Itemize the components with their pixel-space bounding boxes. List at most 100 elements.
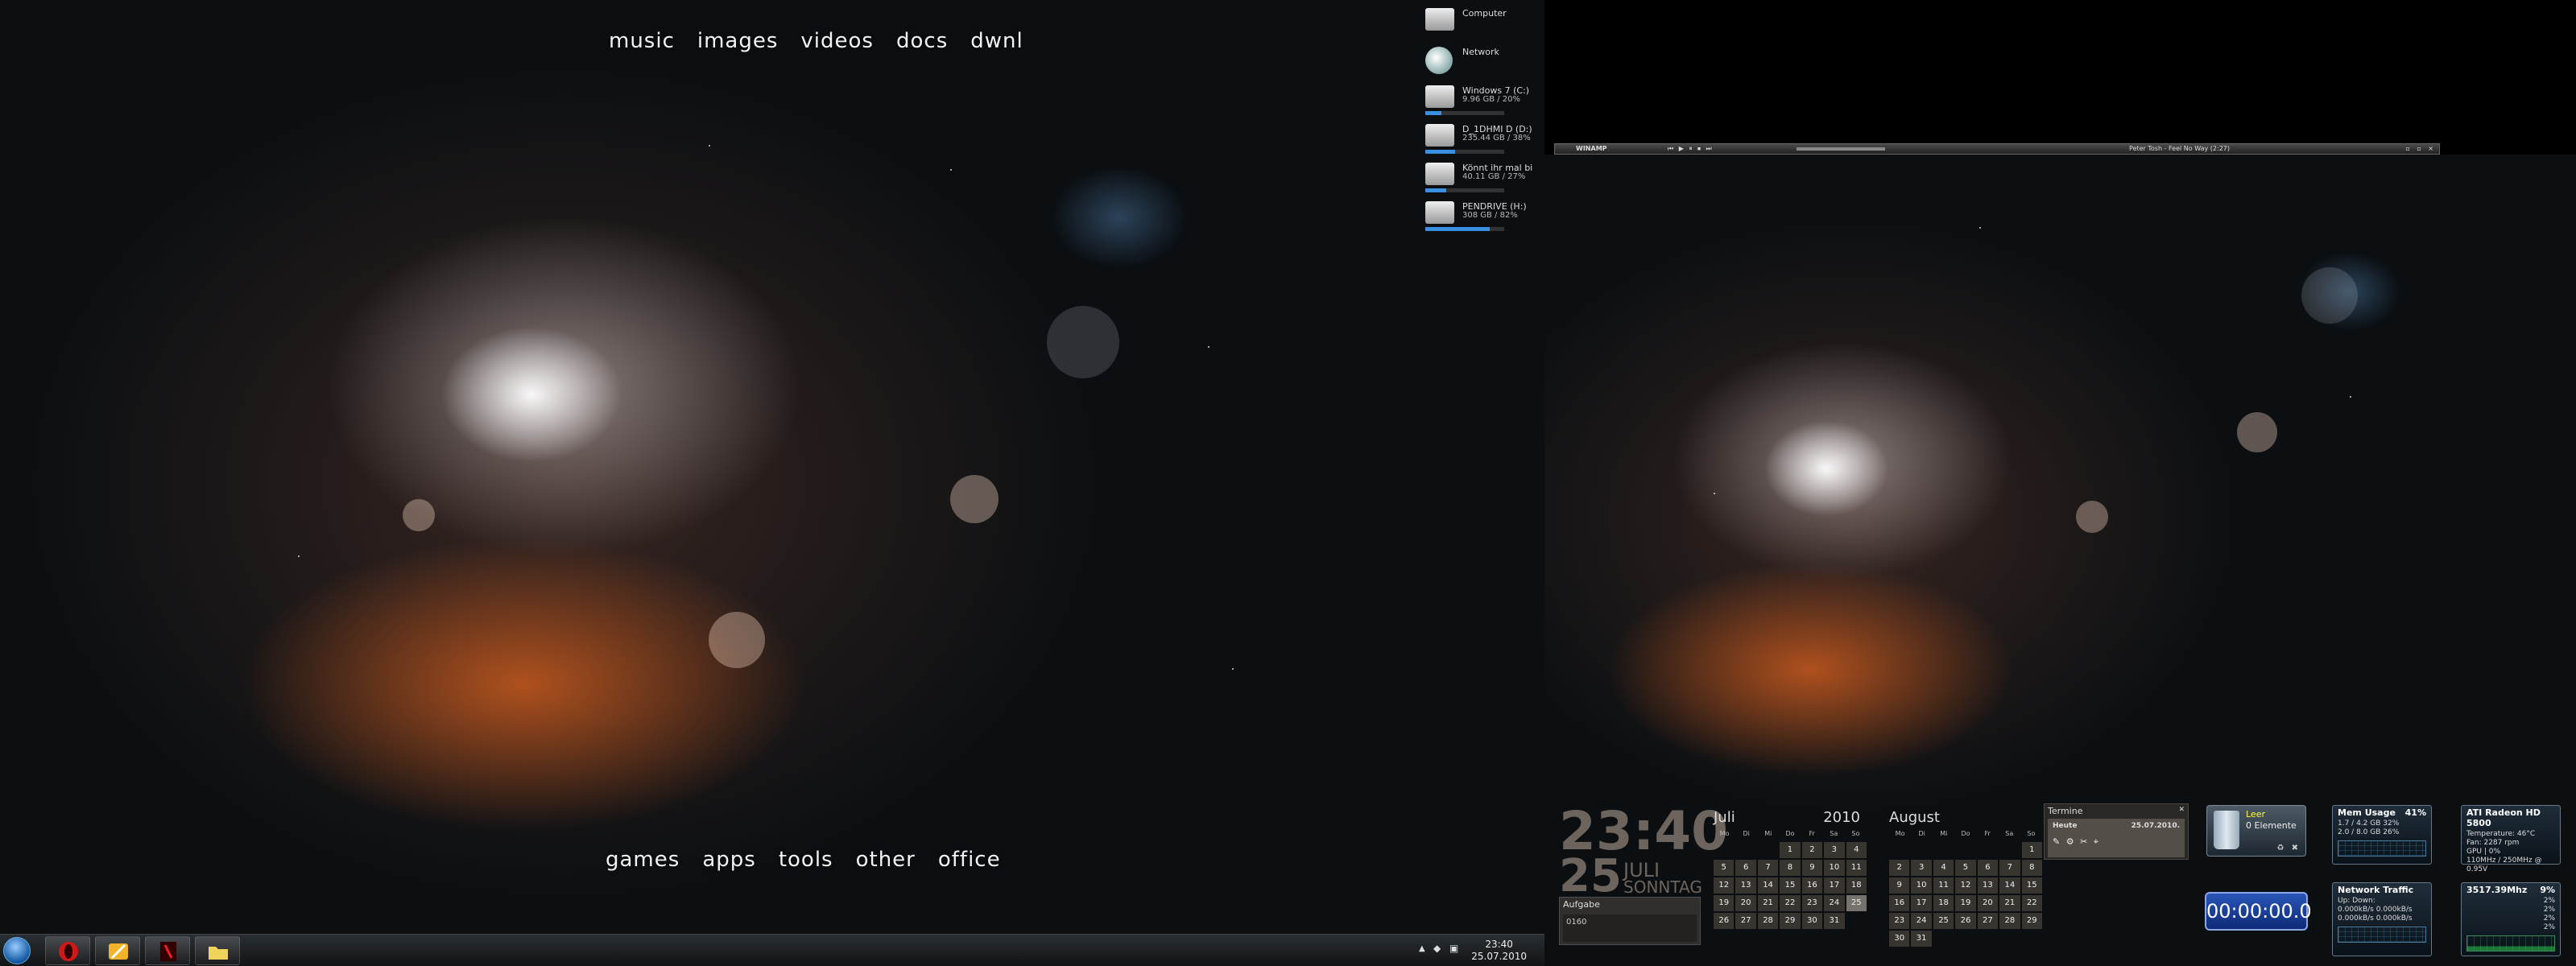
appointment-tool-icons[interactable]: ✎ ⚙ ✂ ⌖ bbox=[2053, 836, 2100, 848]
calendar-day[interactable]: 17 bbox=[1911, 895, 1932, 911]
calendar-day[interactable]: 26 bbox=[1714, 913, 1735, 929]
calendar-day[interactable]: 29 bbox=[1780, 913, 1801, 929]
calendar-day[interactable]: 31 bbox=[1911, 931, 1932, 947]
start-button[interactable] bbox=[3, 937, 31, 964]
calendar-day[interactable]: 5 bbox=[1955, 860, 1976, 876]
calendar-day[interactable]: 18 bbox=[1933, 895, 1954, 911]
volume-icon[interactable]: ▣ bbox=[1449, 943, 1458, 954]
calendar-day[interactable]: 1 bbox=[2021, 842, 2042, 858]
calendar-day[interactable]: 21 bbox=[1999, 895, 2020, 911]
calendar-day[interactable]: 16 bbox=[1801, 877, 1823, 894]
link-docs[interactable]: docs bbox=[896, 29, 948, 53]
calendar-day[interactable]: 20 bbox=[1735, 895, 1756, 911]
drive-e[interactable]: Könnt ihr mal bi 40.11 GB / 27% bbox=[1424, 159, 1544, 198]
calendar-day[interactable]: 15 bbox=[1780, 877, 1801, 894]
drive-d[interactable]: D_1DHMI D (D:) 235.44 GB / 38% bbox=[1424, 121, 1544, 159]
winamp-player[interactable]: WINAMP ⏮ ▶ ⏸ ⏹ ⏭ Peter Tosh - Feel No Wa… bbox=[1554, 143, 2440, 155]
calendar-day[interactable]: 28 bbox=[1999, 913, 2020, 929]
calendar-day[interactable]: 27 bbox=[1735, 913, 1756, 929]
drive-c[interactable]: Windows 7 (C:) 9.96 GB / 20% bbox=[1424, 82, 1544, 121]
drive-computer[interactable]: Computer bbox=[1424, 5, 1544, 43]
calendar-day[interactable]: 4 bbox=[1846, 842, 1867, 858]
todo-entry[interactable]: 0160 bbox=[1563, 914, 1697, 942]
show-hidden-icons-icon[interactable]: ▲ bbox=[1419, 944, 1425, 953]
calendar-day[interactable]: 2 bbox=[1889, 860, 1910, 876]
appointments-box[interactable]: Heute 25.07.2010. ✎ ⚙ ✂ ⌖ bbox=[2048, 819, 2185, 857]
link-apps[interactable]: apps bbox=[702, 848, 756, 872]
recycle-bin-action-icons[interactable]: ♻ ✖ bbox=[2276, 844, 2301, 852]
calendar-day[interactable]: 19 bbox=[1955, 895, 1976, 911]
calendar-day[interactable]: 5 bbox=[1714, 860, 1735, 876]
link-music[interactable]: music bbox=[609, 29, 675, 53]
calendar-day[interactable]: 15 bbox=[2021, 877, 2042, 894]
calendar-day[interactable]: 21 bbox=[1757, 895, 1779, 911]
calendar-day[interactable]: 22 bbox=[2021, 895, 2042, 911]
calendar-day[interactable]: 6 bbox=[1977, 860, 1999, 876]
calendar-day[interactable]: 28 bbox=[1757, 913, 1779, 929]
calendar-day[interactable]: 8 bbox=[2021, 860, 2042, 876]
winamp-controls[interactable]: ⏮ ▶ ⏸ ⏹ ⏭ bbox=[1668, 145, 1714, 153]
taskbar-app[interactable] bbox=[145, 936, 190, 965]
network-tray-icon[interactable]: ◆ bbox=[1433, 943, 1441, 954]
link-office[interactable]: office bbox=[938, 848, 1001, 872]
drive-network[interactable]: Network bbox=[1424, 43, 1544, 82]
calendar-day[interactable]: 7 bbox=[1757, 860, 1779, 876]
link-other[interactable]: other bbox=[856, 848, 916, 872]
winamp-window-buttons[interactable]: ▫ ▫ × bbox=[2405, 145, 2436, 152]
calendar-day[interactable]: 26 bbox=[1955, 913, 1976, 929]
recycle-bin-gadget[interactable]: Leer 0 Elemente ♻ ✖ bbox=[2206, 805, 2306, 857]
link-dwnl[interactable]: dwnl bbox=[970, 29, 1023, 53]
calendar-day[interactable]: 27 bbox=[1977, 913, 1999, 929]
calendar-day[interactable]: 1 bbox=[1780, 842, 1801, 858]
taskbar-clock[interactable]: 23:40 25.07.2010 bbox=[1471, 939, 1527, 963]
calendar-day[interactable]: 13 bbox=[1977, 877, 1999, 894]
stopwatch-gadget[interactable]: 00:00:00.0 bbox=[2205, 892, 2312, 931]
calendar-day[interactable]: 25 bbox=[1846, 895, 1867, 911]
calendar-day[interactable]: 24 bbox=[1824, 895, 1845, 911]
calendar-day[interactable]: 12 bbox=[1955, 877, 1976, 894]
calendar-day[interactable]: 22 bbox=[1780, 895, 1801, 911]
taskbar-opera[interactable] bbox=[45, 936, 90, 965]
taskbar-media-player[interactable] bbox=[95, 936, 140, 965]
calendar-day[interactable]: 7 bbox=[1999, 860, 2020, 876]
calendar-day[interactable]: 4 bbox=[1933, 860, 1954, 876]
calendar-day[interactable]: 3 bbox=[1911, 860, 1932, 876]
winamp-seek-bar[interactable] bbox=[1797, 147, 1885, 151]
calendar-day[interactable]: 25 bbox=[1933, 913, 1954, 929]
calendar-weekday-label: Mi bbox=[1940, 830, 1948, 837]
calendar-day[interactable]: 9 bbox=[1889, 877, 1910, 894]
calendar-day[interactable]: 10 bbox=[1911, 877, 1932, 894]
todo-title: Aufgabe bbox=[1563, 899, 1600, 910]
calendar-day[interactable]: 24 bbox=[1911, 913, 1932, 929]
calendar-day[interactable]: 30 bbox=[1889, 931, 1910, 947]
calendar-day[interactable]: 14 bbox=[1757, 877, 1779, 894]
calendar-day[interactable]: 17 bbox=[1824, 877, 1845, 894]
link-videos[interactable]: videos bbox=[800, 29, 874, 53]
calendar-day[interactable]: 10 bbox=[1824, 860, 1845, 876]
calendar-day[interactable]: 19 bbox=[1714, 895, 1735, 911]
link-games[interactable]: games bbox=[606, 848, 680, 872]
calendar-day[interactable]: 11 bbox=[1846, 860, 1867, 876]
calendar-day[interactable]: 6 bbox=[1735, 860, 1756, 876]
link-images[interactable]: images bbox=[697, 29, 779, 53]
taskbar-explorer[interactable] bbox=[195, 936, 240, 965]
calendar-day[interactable]: 23 bbox=[1889, 913, 1910, 929]
calendar-day[interactable]: 12 bbox=[1714, 877, 1735, 894]
calendar-day[interactable]: 23 bbox=[1801, 895, 1823, 911]
calendar-day[interactable]: 18 bbox=[1846, 877, 1867, 894]
calendar-day[interactable]: 13 bbox=[1735, 877, 1756, 894]
calendar-day[interactable]: 20 bbox=[1977, 895, 1999, 911]
calendar-day[interactable]: 31 bbox=[1824, 913, 1845, 929]
calendar-day[interactable]: 9 bbox=[1801, 860, 1823, 876]
drive-h[interactable]: PENDRIVE (H:) 308 GB / 82% bbox=[1424, 198, 1544, 237]
calendar-day[interactable]: 30 bbox=[1801, 913, 1823, 929]
link-tools[interactable]: tools bbox=[779, 848, 833, 872]
calendar-day[interactable]: 16 bbox=[1889, 895, 1910, 911]
calendar-day[interactable]: 8 bbox=[1780, 860, 1801, 876]
calendar-day[interactable]: 2 bbox=[1801, 842, 1823, 858]
calendar-day[interactable]: 3 bbox=[1824, 842, 1845, 858]
calendar-day[interactable]: 11 bbox=[1933, 877, 1954, 894]
calendar-day[interactable]: 29 bbox=[2021, 913, 2042, 929]
calendar-day[interactable]: 14 bbox=[1999, 877, 2020, 894]
gadget-close-icon[interactable]: ✕ bbox=[2178, 806, 2185, 814]
